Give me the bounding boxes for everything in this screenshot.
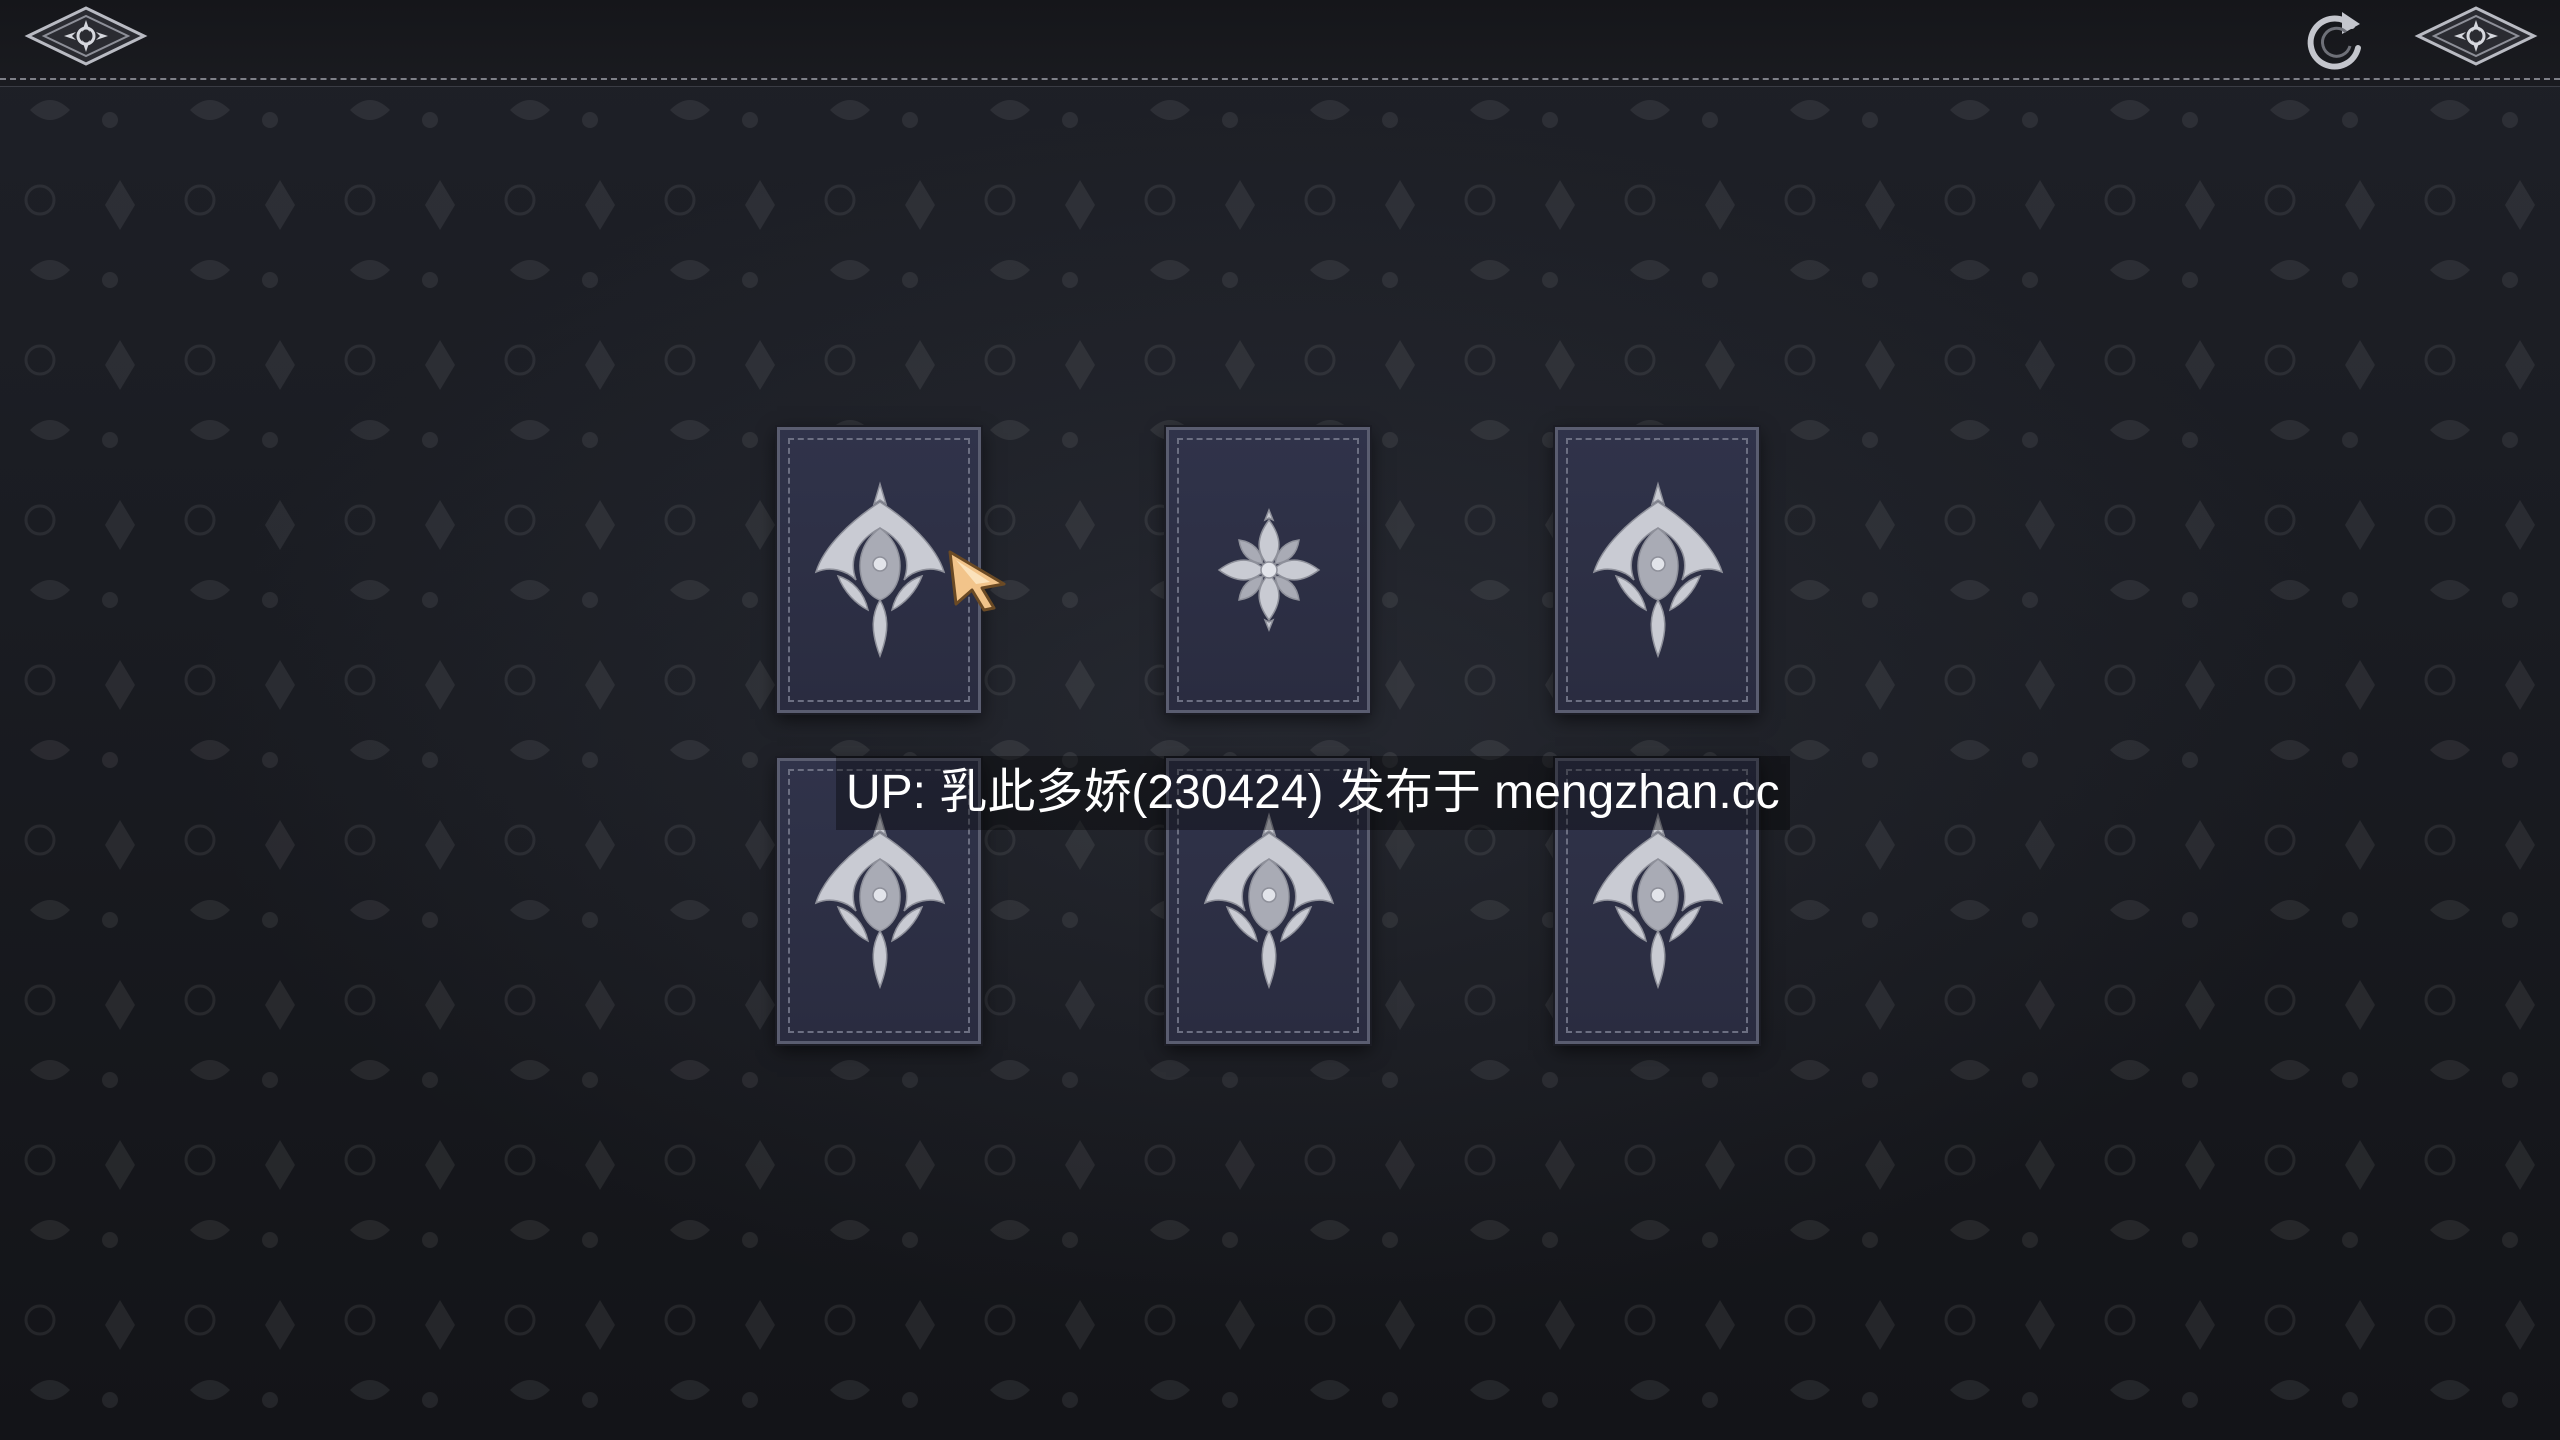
refresh-icon: [2307, 12, 2361, 70]
pointer-cursor-icon: [948, 550, 1006, 612]
diamond-ornament-icon[interactable]: [2414, 2, 2538, 70]
diamond-ornament-icon[interactable]: [24, 2, 148, 70]
card-2[interactable]: [1166, 427, 1370, 713]
floral-diamond-ornament-icon: [1203, 812, 1335, 990]
card-3[interactable]: [1555, 427, 1759, 713]
game-screen: UP: 乳此多娇(230424) 发布于 mengzhan.cc: [0, 0, 2560, 1440]
floral-diamond-ornament-icon: [1592, 481, 1724, 659]
top-bar-divider-lower: [0, 86, 2560, 87]
top-bar-divider: [0, 78, 2560, 80]
background-pattern: [0, 90, 2560, 1440]
top-bar: [0, 0, 2560, 86]
floral-diamond-ornament-icon: [1592, 812, 1724, 990]
floral-diamond-ornament-icon: [814, 481, 946, 659]
floral-cross-ornament-icon: [1217, 507, 1321, 633]
refresh-button[interactable]: [2300, 4, 2372, 76]
floral-diamond-ornament-icon: [814, 812, 946, 990]
watermark-caption: UP: 乳此多娇(230424) 发布于 mengzhan.cc: [836, 756, 1790, 830]
